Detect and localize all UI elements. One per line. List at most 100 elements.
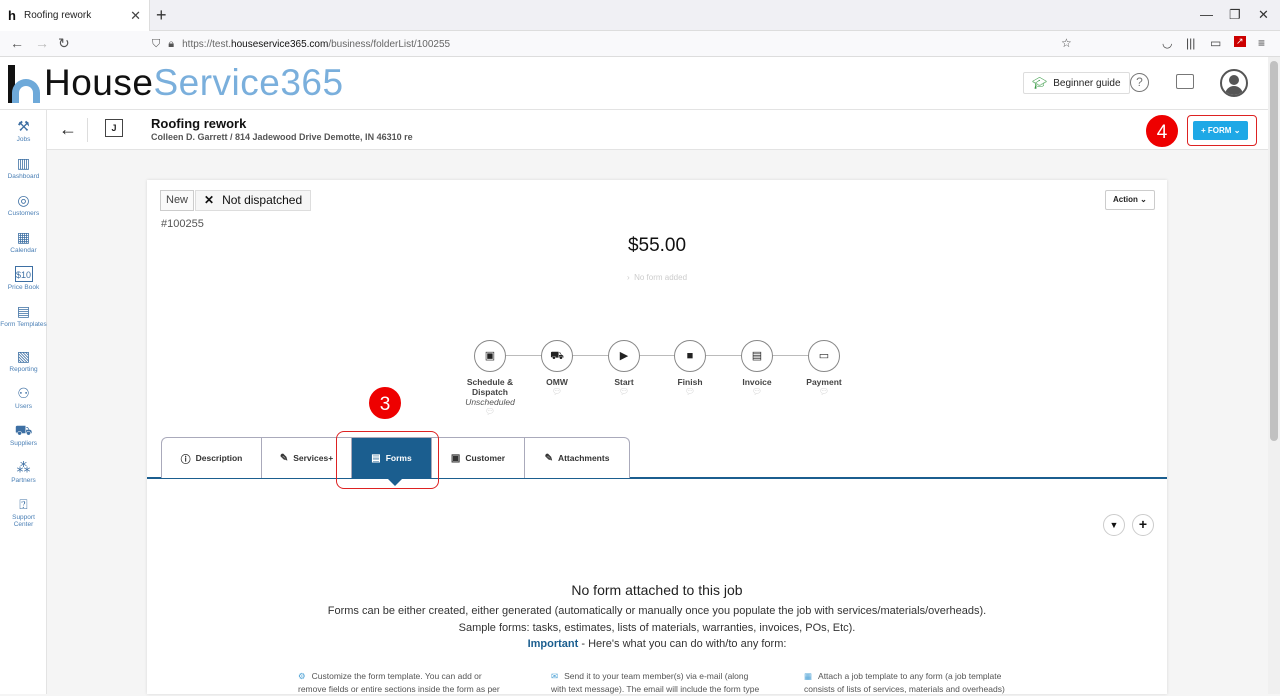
job-card: New ✕ Not dispatched #100255 Action ⌄ $55… [147, 180, 1167, 694]
graduation-cap-icon: 🎓︎ [1032, 76, 1048, 90]
step-start[interactable]: ▶ Start 💬︎ [589, 340, 659, 396]
shield-icon: ⛉ [152, 37, 161, 50]
filter-button[interactable]: ▼ [1103, 514, 1125, 536]
tab-attachments[interactable]: ✎ Attachments [525, 438, 629, 478]
sidebar-item-form-templates[interactable]: ▤ Form Templates [0, 303, 47, 328]
close-window-icon[interactable]: ✕ [1258, 7, 1269, 23]
add-form-button[interactable]: + FORM ⌄ [1193, 121, 1249, 140]
step-invoice[interactable]: ▤ Invoice 💬︎ [722, 340, 792, 396]
sidebar-item-dashboard[interactable]: ▥ Dashboard [0, 155, 47, 180]
no-form-added-text[interactable]: › No form added [147, 273, 1167, 282]
bookmark-star-icon[interactable]: ☆ [1061, 36, 1072, 50]
calendar-check-icon: ▣ [474, 340, 506, 372]
table-icon: ▦ [804, 671, 813, 681]
folder-icon[interactable] [1176, 74, 1194, 89]
page-scrollbar[interactable] [1268, 57, 1280, 694]
beginner-guide-button[interactable]: 🎓︎ Beginner guide [1023, 72, 1130, 94]
new-tab-icon[interactable]: + [156, 5, 167, 26]
form-icon: ▤ [16, 303, 31, 319]
restore-icon[interactable]: ❐ [1229, 7, 1241, 23]
truck-icon: ⛟ [541, 340, 573, 372]
annotation-badge-4: 4 [1144, 113, 1180, 149]
close-icon: ✕ [204, 193, 215, 207]
pocket-icon[interactable]: ◡ [1162, 36, 1172, 50]
empty-state-line3: Important - Here's what you can do with/… [527, 638, 787, 650]
reload-icon[interactable]: ↻ [58, 35, 70, 52]
step-payment[interactable]: ▭ Payment 💬︎ [789, 340, 859, 396]
envelope-icon: ✉ [551, 671, 559, 681]
sidebar-item-jobs[interactable]: ⚒ Jobs [0, 118, 47, 143]
comment-icon: 💬︎ [751, 387, 763, 396]
minimize-icon[interactable]: — [1200, 7, 1213, 22]
tab-title: Roofing rework [24, 10, 92, 21]
site-favicon-icon: h [8, 7, 16, 23]
comment-icon: 💬︎ [684, 387, 696, 396]
url-bar[interactable]: ⛉ 🔒︎ https://test. houseservice365.com/bu… [152, 33, 1082, 55]
sidebar-item-price-book[interactable]: $10 Price Book [0, 266, 47, 291]
plus-icon: + [1138, 516, 1148, 532]
sidebar-item-customers[interactable]: ◎ Customers [0, 192, 47, 217]
tab-close-icon[interactable]: ✕ [130, 8, 141, 24]
users-icon: ⚇ [17, 385, 30, 401]
empty-state-title: No form attached to this job [571, 582, 743, 598]
calendar-icon: ▦ [16, 229, 31, 245]
logo[interactable]: HouseService365 [8, 63, 344, 103]
chevron-down-icon: ⌄ [1233, 126, 1241, 135]
document-icon: ▤ [741, 340, 773, 372]
price-icon: $10 [14, 266, 33, 282]
comment-icon: 💬︎ [818, 387, 830, 396]
step-schedule-dispatch[interactable]: ▣ Schedule & Dispatch Unscheduled 💬︎ [455, 340, 525, 416]
job-type-badge: J [105, 119, 123, 137]
dispatch-status-badge[interactable]: ✕ Not dispatched [195, 190, 312, 211]
info-icon: ⓘ [180, 454, 191, 466]
empty-state-line1: Forms can be either created, either gene… [327, 605, 987, 617]
paperclip-icon: ✎ [544, 452, 553, 464]
sidebar-toggle-icon[interactable]: ▭ [1210, 36, 1221, 50]
sidebar-item-calendar[interactable]: ▦ Calendar [0, 229, 47, 254]
sidebar-item-reporting[interactable]: ▧ Reporting [0, 348, 47, 373]
menu-icon[interactable]: ≡ [1258, 36, 1265, 50]
tip-send: ✉ Send it to your team member(s) via e-ma… [551, 671, 760, 694]
forward-icon[interactable]: → [35, 35, 49, 51]
browser-tabbar: h Roofing rework ✕ + — ❐ ✕ [0, 0, 1280, 31]
target-icon: ◎ [17, 192, 30, 208]
tip-customize: ⚙ Customize the form template. You can ad… [298, 671, 500, 694]
sidebar: ⚒ Jobs ▥ Dashboard ◎ Customers ▦ Calendar $1… [0, 110, 47, 694]
id-card-icon: ▣ [450, 452, 461, 464]
sidebar-item-users[interactable]: ⚇ Users [0, 385, 47, 410]
comment-icon: 💬︎ [551, 387, 563, 396]
logo-text: HouseService365 [44, 62, 344, 103]
status-new-badge[interactable]: New [160, 190, 195, 211]
add-button[interactable]: + [1132, 514, 1154, 536]
job-amount: $55.00 [627, 235, 687, 256]
sidebar-item-partners[interactable]: ⁂ Partners [0, 459, 47, 484]
play-icon: ▶ [608, 340, 640, 372]
sidebar-item-support-center[interactable]: ⍰ Support Center [0, 496, 47, 528]
help-icon[interactable]: ? [1130, 73, 1149, 92]
extension-icon[interactable]: ↗ [1234, 36, 1246, 47]
step-omw[interactable]: ⛟ OMW 💬︎ [522, 340, 592, 396]
divider [87, 118, 88, 142]
browser-tab[interactable]: h Roofing rework ✕ [0, 0, 150, 31]
support-icon: ⍰ [19, 496, 28, 512]
pencil-icon: ✎ [279, 452, 289, 464]
lock-icon: 🔒︎ [168, 37, 175, 50]
step-finish[interactable]: ■ Finish 💬︎ [655, 340, 725, 396]
back-icon[interactable]: ← [10, 35, 24, 51]
tools-icon: ⚒ [17, 118, 30, 134]
partners-icon: ⁂ [16, 459, 31, 475]
report-icon: ▧ [16, 348, 31, 364]
tab-description[interactable]: ⓘ Description [162, 438, 262, 478]
job-number: #100255 [161, 218, 204, 230]
app-header: HouseService365 🎓︎ Beginner guide ? [0, 57, 1268, 110]
user-avatar-icon[interactable] [1220, 69, 1248, 97]
back-arrow-icon[interactable]: ← [59, 119, 77, 140]
action-dropdown-button[interactable]: Action ⌄ [1105, 190, 1155, 210]
empty-state-line2: Sample forms: tasks, estimates, lists of… [458, 622, 856, 634]
tab-customer[interactable]: ▣ Customer [432, 438, 525, 478]
url-prefix: https://test. [182, 38, 232, 50]
tip-attach-template: ▦ Attach a job template to any form (a jo… [804, 671, 1005, 694]
filter-icon: ▼ [1109, 520, 1119, 530]
library-icon[interactable]: ||| [1186, 36, 1195, 50]
sidebar-item-suppliers[interactable]: ⛟ Suppliers [0, 422, 47, 447]
